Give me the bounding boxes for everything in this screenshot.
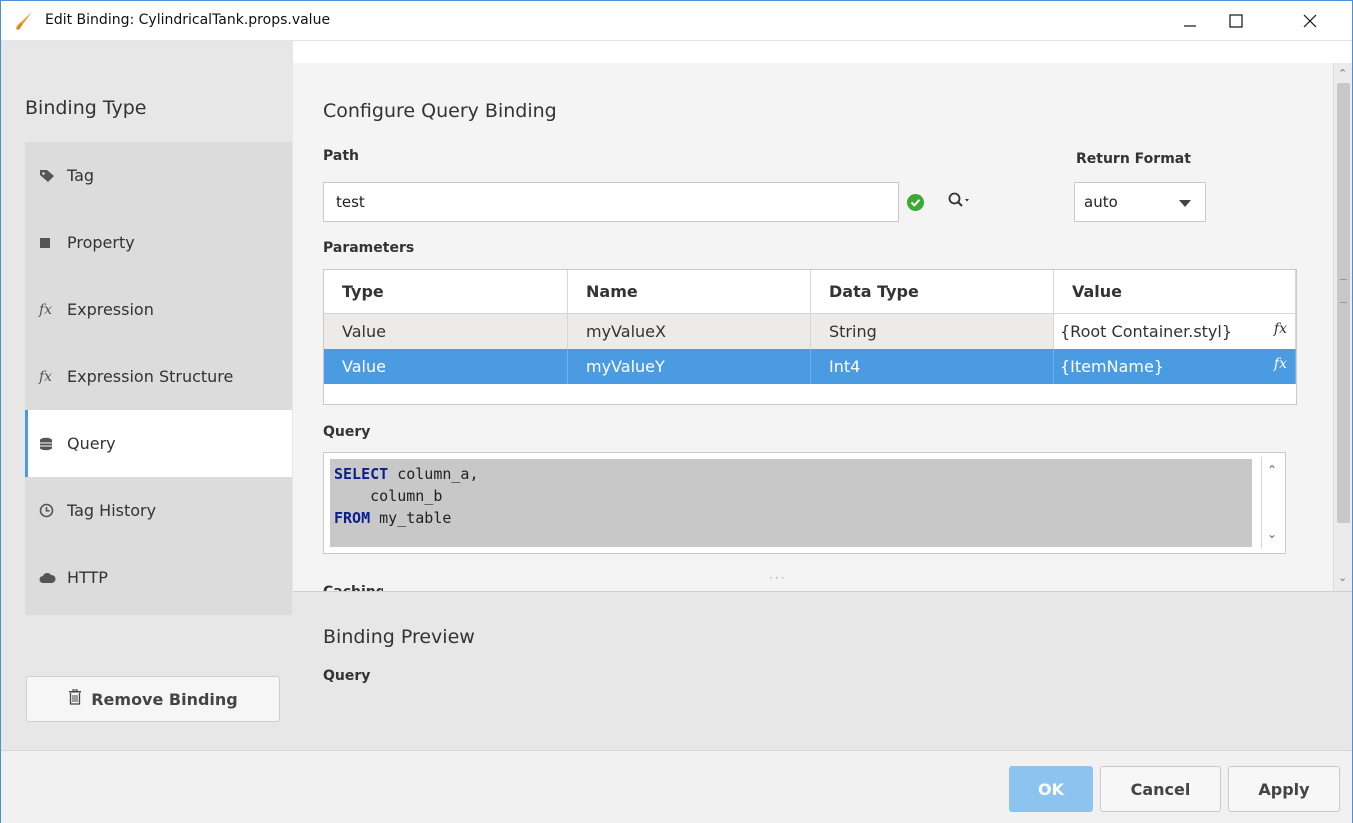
cell-value-text: {Root Container.styl} <box>1060 322 1233 341</box>
close-icon <box>1303 14 1317 28</box>
apply-button[interactable]: Apply <box>1228 766 1340 812</box>
maximize-button[interactable] <box>1213 1 1259 41</box>
cell-name[interactable]: myValueY <box>568 349 811 384</box>
binding-type-label: Tag <box>67 166 95 185</box>
binding-preview-panel <box>293 591 1352 750</box>
binding-type-label: Property <box>67 233 135 252</box>
query-label: Query <box>323 424 371 440</box>
sql-text: column_a, <box>388 465 479 483</box>
cell-value[interactable]: {Root Container.styl} fx <box>1054 314 1296 349</box>
binding-type-label: Expression <box>67 300 154 319</box>
title-bar: Edit Binding: CylindricalTank.props.valu… <box>1 1 1352 41</box>
ok-button[interactable]: OK <box>1009 766 1093 812</box>
valid-check-icon <box>907 194 924 211</box>
query-scrollbar[interactable]: ⌃ ⌄ <box>1261 457 1283 549</box>
chevron-down-icon[interactable]: ⌄ <box>1338 571 1347 584</box>
chevron-down-icon <box>1179 200 1191 207</box>
chevron-down-icon[interactable]: ⌄ <box>1267 527 1277 541</box>
binding-type-list: Tag Property fx Expression fx Expression… <box>25 142 292 615</box>
grip-icon <box>1340 279 1347 303</box>
browse-search-icon[interactable] <box>947 191 971 211</box>
cell-type[interactable]: Value <box>324 349 568 384</box>
binding-type-sidebar: Binding Type Tag Property fx Expression … <box>1 41 293 750</box>
fx-icon: fx <box>39 368 53 385</box>
fx-icon[interactable]: fx <box>1274 321 1287 337</box>
sql-keyword: FROM <box>334 509 371 527</box>
cloud-icon <box>39 572 61 584</box>
fx-icon: fx <box>39 301 53 318</box>
chevron-up-icon[interactable]: ⌃ <box>1338 67 1347 80</box>
preview-query-label: Query <box>323 668 371 684</box>
cell-data-type[interactable]: String <box>811 314 1054 349</box>
return-format-value: auto <box>1084 193 1118 211</box>
path-input[interactable]: test <box>323 182 899 222</box>
column-header-name[interactable]: Name <box>568 270 811 314</box>
edit-binding-dialog: Edit Binding: CylindricalTank.props.valu… <box>0 0 1353 823</box>
cancel-button[interactable]: Cancel <box>1100 766 1221 812</box>
caching-label: Caching <box>323 584 383 591</box>
table-header: Type Name Data Type Value <box>324 270 1296 314</box>
return-format-select[interactable]: auto <box>1074 182 1206 222</box>
app-brush-icon <box>16 12 32 30</box>
sql-text: my_table <box>370 509 452 527</box>
minimize-icon <box>1184 25 1196 27</box>
fx-icon[interactable]: fx <box>1274 356 1287 372</box>
binding-type-tag-history[interactable]: Tag History <box>25 477 292 544</box>
binding-type-expression-structure[interactable]: fx Expression Structure <box>25 343 292 410</box>
binding-type-expression[interactable]: fx Expression <box>25 276 292 343</box>
column-header-value[interactable]: Value <box>1054 270 1296 314</box>
binding-type-query[interactable]: Query <box>25 410 292 477</box>
sql-keyword: SELECT <box>334 465 389 483</box>
query-line: column_b <box>334 485 1248 507</box>
scrollbar-thumb[interactable] <box>1337 83 1350 523</box>
minimize-button[interactable] <box>1167 1 1213 41</box>
remove-binding-button[interactable]: Remove Binding <box>26 676 280 722</box>
chevron-up-icon[interactable]: ⌃ <box>1267 463 1277 477</box>
return-format-label: Return Format <box>1076 151 1191 167</box>
sidebar-heading: Binding Type <box>25 97 147 119</box>
cell-name[interactable]: myValueX <box>568 314 811 349</box>
binding-type-label: Query <box>67 434 116 453</box>
trash-icon <box>68 688 82 709</box>
binding-type-label: Tag History <box>67 501 157 520</box>
cell-value[interactable]: {ItemName} fx <box>1054 349 1296 384</box>
path-label: Path <box>323 148 359 164</box>
cell-type[interactable]: Value <box>324 314 568 349</box>
column-header-data-type[interactable]: Data Type <box>811 270 1054 314</box>
maximize-icon <box>1229 14 1243 28</box>
window-title: Edit Binding: CylindricalTank.props.valu… <box>45 12 331 28</box>
square-icon <box>39 237 61 249</box>
binding-preview-title: Binding Preview <box>323 626 475 648</box>
database-icon <box>39 437 61 451</box>
binding-type-label: HTTP <box>67 568 108 587</box>
cell-data-type[interactable]: Int4 <box>811 349 1054 384</box>
parameters-table: Type Name Data Type Value Value myValueX… <box>323 269 1297 405</box>
binding-type-label: Expression Structure <box>67 367 234 386</box>
binding-type-tag[interactable]: Tag <box>25 142 292 209</box>
table-row[interactable]: Value myValueX String {Root Container.st… <box>324 314 1296 349</box>
cell-value-text: {ItemName} <box>1060 357 1164 376</box>
binding-type-property[interactable]: Property <box>25 209 292 276</box>
splitter-handle[interactable]: ··· <box>769 571 786 585</box>
query-line: FROM my_table <box>334 507 1248 529</box>
remove-binding-label: Remove Binding <box>91 689 238 709</box>
query-editor[interactable]: SELECT column_a, column_b FROM my_table ⌃… <box>323 452 1286 554</box>
column-header-type[interactable]: Type <box>324 270 568 314</box>
query-line: SELECT column_a, <box>334 463 1248 485</box>
close-button[interactable] <box>1287 1 1333 41</box>
config-scrollbar[interactable]: ⌃ ⌄ <box>1333 63 1352 591</box>
binding-type-http[interactable]: HTTP <box>25 544 292 611</box>
sql-text: column_b <box>334 487 443 505</box>
query-text[interactable]: SELECT column_a, column_b FROM my_table <box>330 459 1252 547</box>
tag-icon <box>39 169 61 183</box>
clock-icon <box>39 503 61 518</box>
parameters-label: Parameters <box>323 240 415 256</box>
configure-query-title: Configure Query Binding <box>323 100 557 122</box>
table-row-selected[interactable]: Value myValueY Int4 {ItemName} fx <box>324 349 1296 384</box>
